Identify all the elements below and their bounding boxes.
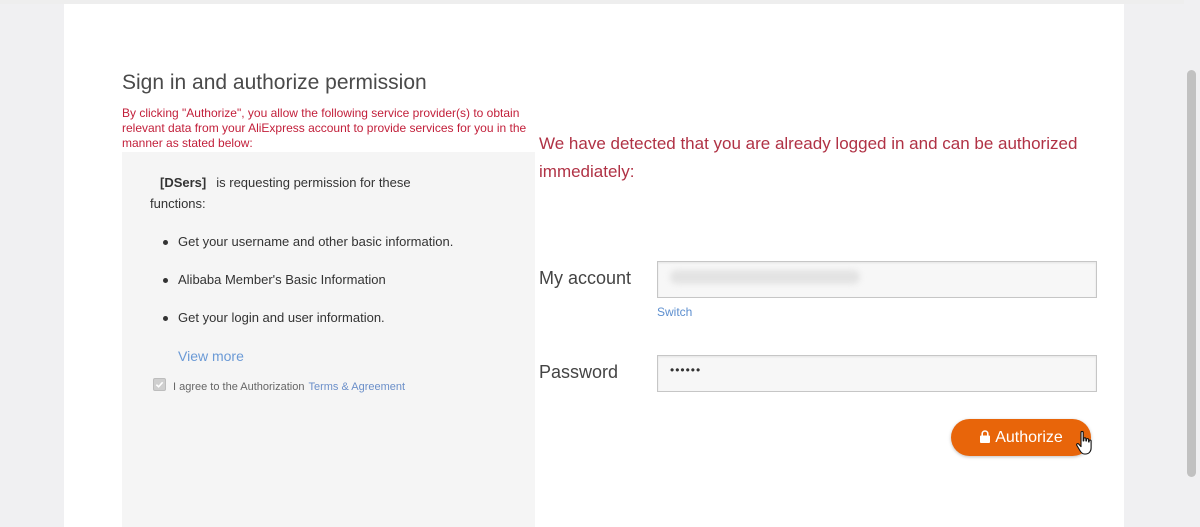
- bullet-icon: [163, 278, 168, 283]
- terms-link[interactable]: Terms & Agreement: [308, 381, 405, 393]
- password-value: ••••••: [670, 363, 702, 377]
- app-name: [DSers]: [160, 175, 207, 190]
- account-label: My account: [539, 268, 632, 288]
- authorization-notice: By clicking "Authorize", you allow the f…: [122, 106, 527, 150]
- permission-list: Get your username and other basic inform…: [160, 232, 520, 346]
- scrollbar-thumb[interactable]: [1187, 70, 1196, 477]
- agree-checkbox[interactable]: [153, 378, 166, 391]
- checkmark-icon: [155, 381, 164, 388]
- bullet-icon: [163, 240, 168, 245]
- lock-icon: [980, 430, 991, 443]
- page-title: Sign in and authorize permission: [122, 71, 427, 94]
- hand-pointer-icon: [1076, 430, 1092, 455]
- password-label: Password: [539, 362, 619, 382]
- account-field[interactable]: [657, 261, 1097, 298]
- authorize-button[interactable]: Authorize: [951, 419, 1091, 456]
- list-item: Get your username and other basic inform…: [160, 232, 520, 270]
- password-field[interactable]: ••••••: [657, 355, 1097, 392]
- view-more-link[interactable]: View more: [178, 348, 244, 364]
- list-item: Get your login and user information.: [160, 308, 520, 346]
- switch-account-link[interactable]: Switch: [657, 305, 692, 319]
- authorize-label: Authorize: [995, 428, 1063, 446]
- bullet-icon: [163, 316, 168, 321]
- permission-request: [DSers] is requesting permission for thes…: [150, 172, 450, 214]
- logged-in-message: We have detected that you are already lo…: [539, 134, 1078, 181]
- redacted-account: [670, 270, 860, 284]
- list-item: Alibaba Member's Basic Information: [160, 270, 520, 308]
- agreement-row: I agree to the Authorization Terms & Agr…: [153, 378, 405, 393]
- agree-label: I agree to the Authorization: [173, 380, 305, 393]
